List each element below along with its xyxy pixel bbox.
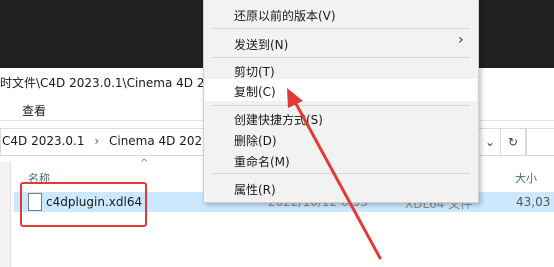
annotation-arrow	[287, 88, 382, 260]
